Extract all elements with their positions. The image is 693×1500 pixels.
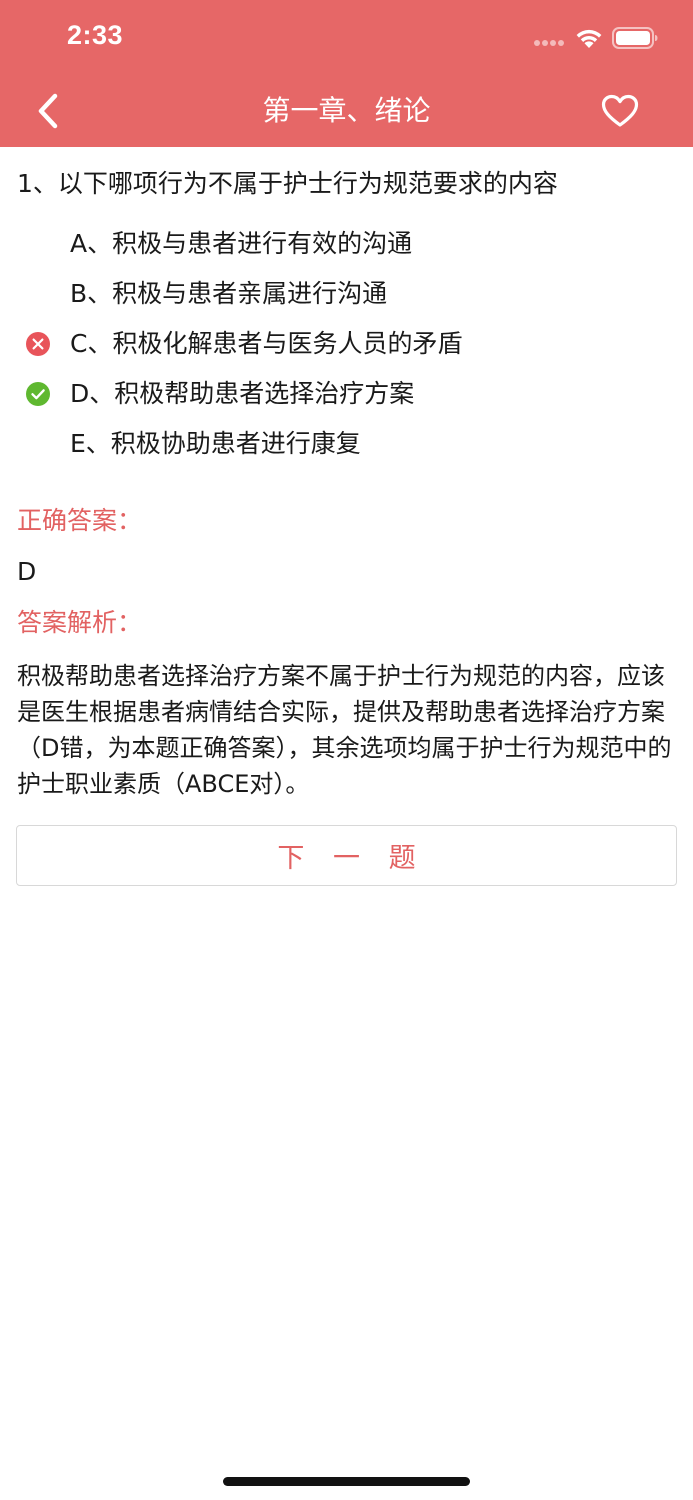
back-button[interactable] — [24, 87, 72, 135]
page-title: 第一章、绪论 — [262, 94, 431, 127]
option-b[interactable]: B、积极与患者亲属进行沟通 — [0, 274, 693, 314]
analysis-label: 答案解析： — [17, 608, 143, 637]
wrong-mark-icon — [26, 332, 50, 356]
home-indicator[interactable] — [223, 1477, 470, 1486]
option-a[interactable]: A、积极与患者进行有效的沟通 — [0, 224, 693, 264]
screen: 2:33 第一章、绪论 1、以下哪项行为不属于护士行为规范要求的内容 A、积极与… — [0, 0, 693, 1500]
correct-answer-label: 正确答案： — [17, 506, 143, 535]
analysis-text: 积极帮助患者选择治疗方案不属于护士行为规范的内容，应该是医生根据患者病情结合实际… — [17, 662, 672, 798]
cellular-signal-icon — [534, 40, 566, 48]
header: 2:33 第一章、绪论 — [0, 0, 693, 147]
question-text: 1、以下哪项行为不属于护士行为规范要求的内容 — [17, 169, 558, 198]
option-label: E、积极协助患者进行康复 — [70, 429, 361, 458]
status-time: 2:33 — [67, 20, 124, 50]
correct-mark-icon — [26, 382, 50, 406]
next-question-button[interactable]: 下 一 题 — [16, 825, 677, 886]
option-label: C、积极化解患者与医务人员的矛盾 — [70, 329, 463, 358]
nav-bar: 第一章、绪论 — [0, 75, 693, 147]
option-label: D、积极帮助患者选择治疗方案 — [70, 379, 415, 408]
option-d[interactable]: D、积极帮助患者选择治疗方案 — [0, 374, 693, 414]
option-label: B、积极与患者亲属进行沟通 — [70, 279, 388, 308]
option-label: A、积极与患者进行有效的沟通 — [70, 229, 413, 258]
option-e[interactable]: E、积极协助患者进行康复 — [0, 424, 693, 464]
favorite-button[interactable] — [596, 87, 644, 135]
wifi-icon — [576, 29, 602, 48]
correct-answer-value: D — [17, 557, 37, 586]
status-bar: 2:33 — [0, 0, 693, 75]
option-c[interactable]: C、积极化解患者与医务人员的矛盾 — [0, 324, 693, 364]
chevron-left-icon — [38, 93, 58, 129]
battery-icon — [612, 27, 658, 49]
heart-outline-icon — [601, 94, 639, 127]
